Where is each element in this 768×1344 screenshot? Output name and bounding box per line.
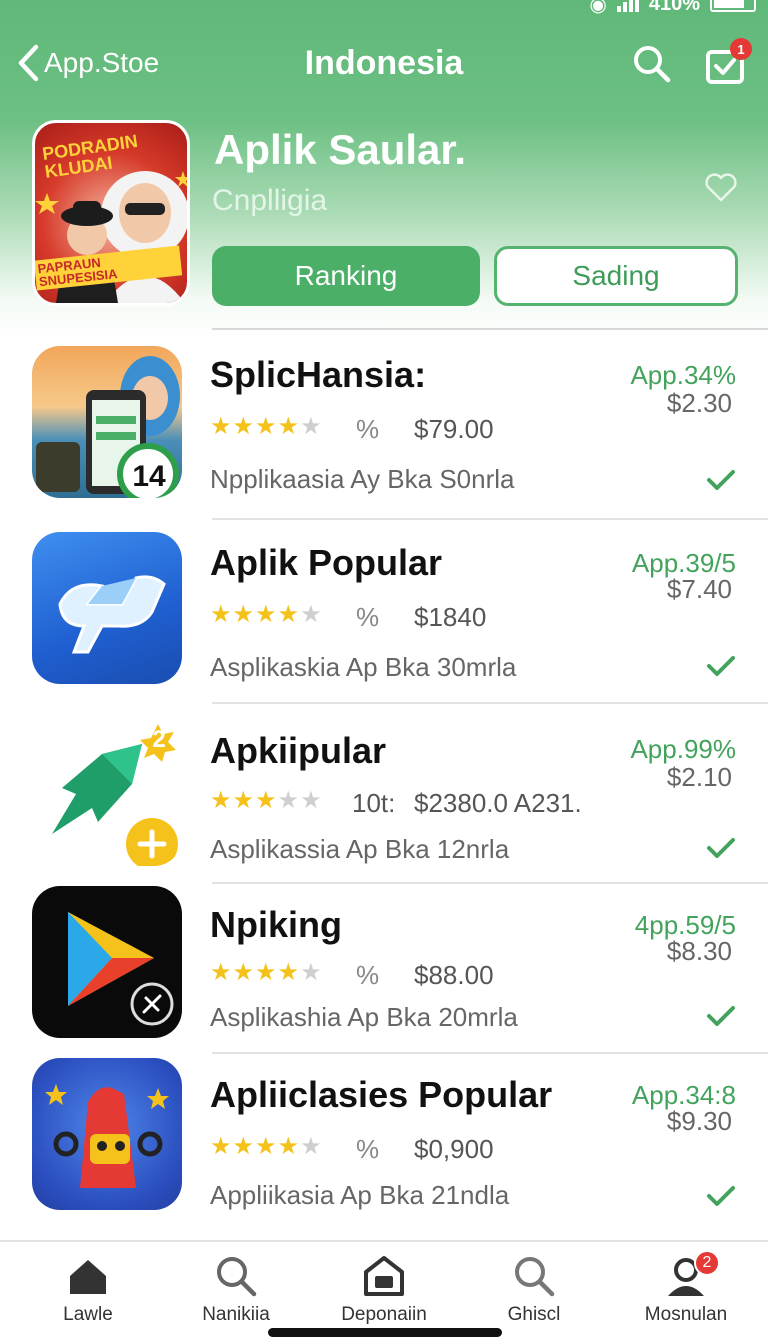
featured-app-icon[interactable]: PODRADIN KLUDAI PAPRAUN SNUPESISIA — [32, 120, 190, 306]
divider — [212, 702, 768, 704]
app-name: Aplik Popular — [210, 542, 443, 583]
notification-badge: 2 — [694, 1250, 720, 1276]
app-illustration — [58, 575, 166, 654]
tab-label: Lawle — [63, 1304, 113, 1325]
list-item[interactable]: Aplik Popular ★ ★ ★ ★ ★ % $1840 Asplikaskia … — [0, 526, 768, 706]
app-meta-prefix: % — [356, 602, 380, 632]
featured-subtitle: Cnplligia — [212, 184, 328, 217]
tab-label: Mosnulan — [644, 1304, 728, 1325]
divider — [212, 882, 768, 884]
list-item[interactable]: Npiking ★ ★ ★ ★ ★ % $88.00 Asplikashia Ap Bk… — [0, 886, 768, 1054]
app-badge-number: 2 — [152, 726, 166, 753]
divider — [212, 1052, 768, 1054]
tab-home[interactable]: Lawle — [28, 1254, 148, 1326]
app-meta-value: $79.00 — [414, 414, 494, 444]
app-meta-prefix: % — [356, 1134, 380, 1164]
star-rating: ★ ★ ★ ★ ★ — [210, 787, 322, 814]
app-illustration — [45, 1084, 169, 1188]
play-app-icon — [32, 886, 182, 1038]
tab-label: Nanikiia — [202, 1304, 270, 1325]
search-icon — [217, 1257, 257, 1297]
app-name: SplicHansia: — [210, 354, 427, 395]
app-name: Apkiipular — [210, 730, 387, 771]
app-meta-value: $2380.0 A231. — [414, 788, 582, 818]
app-badge-number: 14 — [132, 460, 166, 493]
phone-hijab-app-icon: 14 — [32, 346, 182, 498]
list-item[interactable]: 14 SplicHansia: ★ ★ ★ ★ ★ % $79.00 Npplikaas… — [0, 340, 768, 520]
app-name: Apliiclasies Popular — [210, 1074, 553, 1115]
app-description: Asplikashia Ap Bka 20mrla — [210, 1002, 518, 1032]
list-item[interactable]: Apliiclasies Popular ★ ★ ★ ★ ★ % $0,900 Appl… — [0, 1058, 768, 1236]
app-price: $2.30 — [666, 388, 732, 418]
battery-text: 410% — [648, 0, 700, 15]
sading-button[interactable]: Sading — [494, 246, 738, 306]
app-meta-prefix: % — [356, 414, 380, 444]
star-rating: ★ ★ ★ ★ ★ — [210, 601, 322, 628]
tab-explore[interactable]: Ghiscl — [474, 1254, 594, 1326]
cart-button[interactable]: 1 — [704, 38, 752, 86]
tab-search[interactable]: Nanikiia — [176, 1254, 296, 1326]
list-item[interactable]: 2 Apkiipular ★ ★ ★ ★ ★ 10t: $2380.0 A231. As… — [0, 710, 768, 886]
cart-badge: 1 — [730, 38, 752, 60]
star-rating: ★ ★ ★ ★ ★ — [210, 1133, 322, 1160]
store-icon — [364, 1256, 404, 1296]
app-name: Npiking — [210, 904, 342, 945]
tab-store[interactable]: Deponaiin — [324, 1254, 444, 1326]
tab-label: Deponaiin — [341, 1304, 427, 1325]
divider — [212, 328, 768, 330]
app-price: $9.30 — [666, 1106, 732, 1136]
app-meta-value: $88.00 — [414, 960, 494, 990]
app-meta-value: $0,900 — [414, 1134, 494, 1164]
app-meta-prefix: % — [356, 960, 380, 990]
app-description: Asplikassia Ap Bka 12nrla — [210, 834, 510, 864]
check-icon — [707, 1186, 735, 1206]
divider — [212, 518, 768, 520]
app-description: Asplikaskia Ap Bka 30mrla — [210, 652, 517, 682]
signal-icon — [616, 0, 639, 12]
heart-icon[interactable] — [704, 172, 738, 202]
star-rating: ★ ★ ★ ★ ★ — [210, 413, 322, 440]
mascot-app-icon — [32, 1058, 182, 1210]
app-meta-value: $1840 — [414, 602, 487, 632]
wifi-icon: ◉ — [589, 0, 607, 16]
app-price: $8.30 — [666, 936, 732, 966]
app-description: Npplikaasia Ay Bka S0nrla — [210, 464, 515, 494]
app-percent: App.99% — [630, 734, 736, 764]
tab-label: Ghiscl — [507, 1304, 561, 1325]
rocket-app-icon: 2 — [32, 714, 182, 866]
top-nav: App.Stoe Indonesia 1 — [0, 38, 768, 90]
home-indicator — [268, 1328, 502, 1337]
app-description: Appliikasia Ap Bka 21ndla — [210, 1180, 510, 1210]
check-icon — [707, 1006, 735, 1026]
search-icon — [515, 1257, 555, 1297]
home-icon — [70, 1260, 106, 1294]
app-price: $2.10 — [666, 762, 732, 792]
status-bar: ◉ 410% — [589, 0, 756, 16]
ranking-button[interactable]: Ranking — [212, 246, 480, 306]
check-icon — [707, 838, 735, 858]
blue-arrow-app-icon — [32, 532, 182, 684]
star-rating: ★ ★ ★ ★ ★ — [210, 959, 322, 986]
check-icon — [707, 656, 735, 676]
battery-icon — [710, 0, 756, 12]
app-meta-prefix: 10t: — [352, 788, 396, 818]
app-illustration — [68, 912, 174, 1026]
featured-title: Aplik Saular. — [214, 126, 467, 173]
check-icon — [707, 470, 735, 490]
tab-profile[interactable]: 2 Mosnulan — [626, 1250, 746, 1326]
search-icon[interactable] — [632, 44, 672, 84]
app-percent: App.34% — [630, 360, 736, 390]
app-price: $7.40 — [666, 574, 732, 604]
